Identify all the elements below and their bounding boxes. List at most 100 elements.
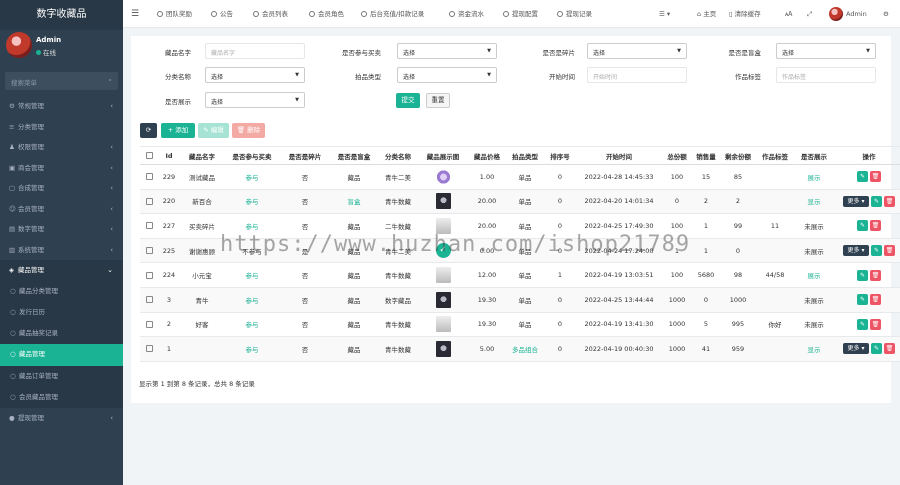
- delete-row-icon[interactable]: 🗑: [870, 269, 881, 281]
- column-header[interactable]: 总份额: [662, 146, 692, 165]
- edit-row-icon[interactable]: ✎: [857, 294, 868, 306]
- language-icon[interactable]: 🗚: [785, 0, 792, 28]
- row-checkbox[interactable]: [140, 287, 158, 313]
- row-checkbox[interactable]: [140, 189, 158, 215]
- column-header[interactable]: 作品标签: [756, 146, 794, 165]
- delete-row-icon[interactable]: 🗑: [870, 294, 881, 306]
- filter-blindbox-select[interactable]: 选择 ▼: [776, 43, 876, 59]
- thumbnail-image[interactable]: [435, 168, 451, 185]
- filter-author-input[interactable]: 作品标签: [776, 67, 876, 83]
- column-header[interactable]: 是否是盲盒: [330, 146, 378, 165]
- delete-row-icon[interactable]: 🗑: [870, 318, 881, 330]
- more-dropdown-button[interactable]: 更多 ▾: [843, 195, 869, 207]
- row-checkbox[interactable]: [140, 262, 158, 288]
- menu-toggle-icon[interactable]: ☰: [131, 0, 139, 28]
- table-row[interactable]: 1 参与否藏品 青牛数藏 5.00 多品组合 0 2022-04-19 00:40:30 10…: [140, 336, 900, 362]
- column-header[interactable]: 分类名称: [378, 146, 418, 165]
- table-row[interactable]: 229 测试藏品 参与否藏品 青牛二美 1.00 单品 0 2022-04-28 14:45:…: [140, 164, 900, 190]
- tab-item[interactable]: 会员列表: [253, 0, 288, 28]
- thumbnail-image[interactable]: [435, 316, 451, 333]
- refresh-button[interactable]: ⟳: [140, 123, 157, 138]
- filter-auction-select[interactable]: 选择 ▼: [397, 67, 497, 83]
- submenu-item[interactable]: ○ 藏品抽奖记录: [0, 323, 123, 344]
- column-header[interactable]: 藏品价格: [468, 146, 506, 165]
- sidebar-item-general[interactable]: ⚙ 常规管理 ‹: [0, 96, 123, 117]
- column-header[interactable]: 是否参与买卖: [224, 146, 280, 165]
- tab-item[interactable]: 会员角色: [309, 0, 344, 28]
- edit-row-icon[interactable]: ✎: [857, 220, 868, 232]
- sidebar-item-member[interactable]: ☺ 会员管理 ‹: [0, 199, 123, 220]
- submenu-item[interactable]: ○ 藏品分类管理: [0, 281, 123, 302]
- row-checkbox[interactable]: [140, 213, 158, 239]
- row-checkbox[interactable]: [140, 238, 158, 264]
- tab-item[interactable]: 公告: [211, 0, 233, 28]
- sidebar-item-system[interactable]: ▥ 系统管理 ‹: [0, 240, 123, 261]
- delete-row-icon[interactable]: 🗑: [870, 220, 881, 232]
- settings-icon[interactable]: ⚙: [883, 0, 889, 28]
- thumbnail-image[interactable]: [435, 291, 451, 308]
- sidebar-item-compose[interactable]: ▢ 合成管理 ‹: [0, 178, 123, 199]
- tab-item[interactable]: 后台充值/扣款记录: [361, 0, 424, 28]
- tab-item[interactable]: 提现配置: [503, 0, 538, 28]
- tab-item[interactable]: 团队奖励: [157, 0, 192, 28]
- thumbnail-image[interactable]: [435, 267, 451, 284]
- column-header[interactable]: 是否展示: [794, 146, 834, 165]
- submit-button[interactable]: 提交: [396, 93, 420, 108]
- edit-row-icon[interactable]: ✎: [871, 343, 882, 355]
- submenu-item[interactable]: ○ 发行日历: [0, 302, 123, 323]
- delete-row-icon[interactable]: 🗑: [884, 195, 895, 207]
- tab-item[interactable]: 资金流水: [449, 0, 484, 28]
- select-all-checkbox[interactable]: [140, 146, 158, 165]
- sidebar-item-collection[interactable]: ◈ 藏品管理 ⌄: [0, 260, 123, 281]
- filter-name-input[interactable]: 藏品名字: [205, 43, 305, 59]
- table-row[interactable]: 2 好客 参与否藏品 青牛数藏 19.30 单品 0 2022-04-19 13:41:30 1…: [140, 312, 900, 338]
- column-header[interactable]: 是否是碎片: [280, 146, 330, 165]
- delete-row-icon[interactable]: 🗑: [870, 171, 881, 183]
- clear-cache-button[interactable]: ▯ 清除缓存: [729, 0, 761, 28]
- filter-start-input[interactable]: 开始时间: [587, 67, 687, 83]
- more-dropdown-button[interactable]: 更多 ▾: [843, 245, 869, 257]
- column-header[interactable]: 藏品名字: [180, 146, 224, 165]
- edit-row-icon[interactable]: ✎: [857, 318, 868, 330]
- sidebar-item-withdraw[interactable]: ● 提现管理 ‹: [0, 408, 123, 429]
- fullscreen-icon[interactable]: ⤢: [807, 0, 812, 28]
- row-checkbox[interactable]: [140, 336, 158, 362]
- column-header[interactable]: 销售量: [692, 146, 720, 165]
- sidebar-item-digital[interactable]: ▤ 数字管理 ‹: [0, 219, 123, 240]
- row-checkbox[interactable]: [140, 312, 158, 338]
- edit-row-icon[interactable]: ✎: [857, 171, 868, 183]
- home-link[interactable]: ⌂ 主页: [697, 0, 716, 28]
- sidebar-search[interactable]: 搜索菜单 ⌕: [5, 72, 118, 90]
- avatar[interactable]: [6, 32, 32, 58]
- table-row[interactable]: 224 小元宝 参与否藏品 青牛数藏 12.00 单品 1 2022-04-19 13:03:…: [140, 262, 900, 288]
- submenu-item[interactable]: ○ 会员藏品管理: [0, 387, 123, 408]
- row-checkbox[interactable]: [140, 164, 158, 190]
- edit-row-icon[interactable]: ✎: [857, 269, 868, 281]
- thumbnail-image[interactable]: [435, 193, 451, 210]
- tab-item[interactable]: 提现记录: [557, 0, 592, 28]
- column-header[interactable]: 拍品类型: [506, 146, 544, 165]
- column-header[interactable]: 剩余份额: [720, 146, 756, 165]
- delete-row-icon[interactable]: 🗑: [884, 245, 895, 257]
- edit-row-icon[interactable]: ✎: [871, 245, 882, 257]
- admin-menu[interactable]: Admin: [829, 0, 867, 28]
- filter-category-select[interactable]: 选择 ▼: [205, 67, 305, 83]
- submenu-item[interactable]: ○ 藏品订单管理: [0, 366, 123, 387]
- column-header[interactable]: 开始时间: [576, 146, 662, 165]
- edit-button[interactable]: ✎ 编辑: [198, 123, 229, 138]
- submenu-item-active[interactable]: ○ 藏品管理: [0, 344, 123, 366]
- edit-row-icon[interactable]: ✎: [871, 195, 882, 207]
- table-row[interactable]: 220 新百合 参与否盲盒 青牛数藏 20.00 单品 0 2022-04-20 14:01:…: [140, 189, 900, 215]
- filter-fragment-select[interactable]: 选择 ▼: [587, 43, 687, 59]
- column-header[interactable]: Id: [158, 146, 180, 165]
- thumbnail-image[interactable]: [435, 340, 451, 357]
- sidebar-item-category[interactable]: ≡ 分类管理: [0, 117, 123, 138]
- table-row[interactable]: 3 青牛 参与否藏品 数字藏品 19.30 单品 0 2022-04-25 13:44:44 1…: [140, 287, 900, 313]
- delete-row-icon[interactable]: 🗑: [884, 343, 895, 355]
- filter-trade-select[interactable]: 选择 ▼: [397, 43, 497, 59]
- reset-button[interactable]: 重置: [426, 93, 450, 108]
- filter-display-select[interactable]: 选择 ▼: [205, 92, 305, 108]
- tabs-dropdown-icon[interactable]: ☰ ▾: [659, 0, 670, 28]
- more-dropdown-button[interactable]: 更多 ▾: [843, 343, 869, 355]
- sidebar-item-permission[interactable]: ♟ 权限管理 ‹: [0, 137, 123, 158]
